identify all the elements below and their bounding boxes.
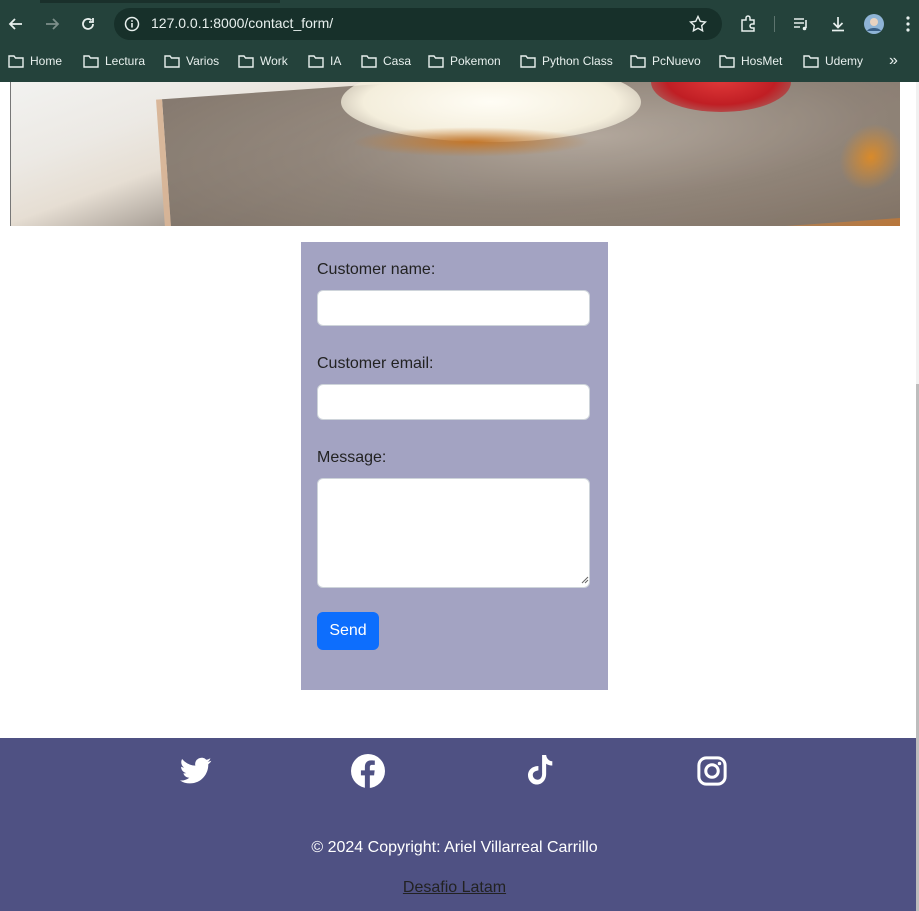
- forward-button[interactable]: [40, 12, 64, 36]
- folder-icon: [238, 55, 254, 68]
- customer-email-input[interactable]: [317, 384, 590, 420]
- desafio-latam-link[interactable]: Desafio Latam: [0, 879, 909, 897]
- folder-icon: [164, 55, 180, 68]
- browser-toolbar: 127.0.0.1:8000/contact_form/: [0, 0, 919, 48]
- folder-icon: [308, 55, 324, 68]
- tab-strip-edge: [40, 0, 280, 3]
- profile-avatar[interactable]: [862, 12, 886, 36]
- folder-icon: [428, 55, 444, 68]
- facebook-icon: [351, 754, 385, 788]
- send-button[interactable]: Send: [317, 612, 379, 650]
- address-bar[interactable]: 127.0.0.1:8000/contact_form/: [114, 8, 722, 40]
- back-button[interactable]: [4, 12, 28, 36]
- twitter-link[interactable]: [179, 754, 213, 788]
- forward-arrow-icon: [46, 18, 60, 30]
- bookmarks-overflow-button[interactable]: »: [889, 48, 898, 74]
- resize-grip-icon[interactable]: [581, 576, 589, 584]
- extensions-icon[interactable]: [736, 12, 760, 36]
- bookmark-python-class[interactable]: Python Class: [520, 48, 613, 74]
- bookmark-hosmet[interactable]: HosMet: [719, 48, 782, 74]
- folder-icon: [361, 55, 377, 68]
- hero-image: [10, 82, 900, 226]
- customer-name-input[interactable]: [317, 290, 590, 326]
- customer-name-label: Customer name:: [317, 261, 436, 278]
- folder-icon: [8, 55, 24, 68]
- message-textarea[interactable]: [317, 478, 590, 588]
- site-info-icon[interactable]: [120, 12, 144, 36]
- message-label: Message:: [317, 449, 387, 466]
- bookmark-casa[interactable]: Casa: [361, 48, 411, 74]
- bookmark-home[interactable]: Home: [8, 48, 62, 74]
- folder-icon: [83, 55, 99, 68]
- bookmarks-bar: Home Lectura Varios Work IA Casa Pokemon…: [0, 48, 919, 82]
- browser-menu-icon[interactable]: [898, 12, 918, 36]
- bookmark-ia[interactable]: IA: [308, 48, 341, 74]
- bookmark-varios[interactable]: Varios: [164, 48, 219, 74]
- tiktok-link[interactable]: [523, 754, 557, 788]
- download-icon[interactable]: [826, 12, 850, 36]
- instagram-link[interactable]: [695, 754, 729, 788]
- tiktok-icon: [528, 755, 553, 785]
- reload-button[interactable]: [76, 12, 100, 36]
- bookmark-pcnuevo[interactable]: PcNuevo: [630, 48, 701, 74]
- contact-form: Customer name: Customer email: Message: …: [301, 242, 608, 690]
- footer: © 2024 Copyright: Ariel Villarreal Carri…: [0, 738, 916, 911]
- facebook-link[interactable]: [351, 754, 385, 788]
- folder-icon: [719, 55, 735, 68]
- bookmark-udemy[interactable]: Udemy: [803, 48, 863, 74]
- instagram-icon: [697, 756, 727, 786]
- folder-icon: [520, 55, 536, 68]
- bookmark-work[interactable]: Work: [238, 48, 288, 74]
- folder-icon: [630, 55, 646, 68]
- twitter-icon: [180, 757, 212, 784]
- folder-icon: [803, 55, 819, 68]
- customer-email-label: Customer email:: [317, 355, 434, 372]
- bookmark-star-icon[interactable]: [686, 12, 710, 36]
- url-text: 127.0.0.1:8000/contact_form/: [151, 15, 334, 31]
- copyright-text: © 2024 Copyright: Ariel Villarreal Carri…: [311, 839, 598, 856]
- hero-syrup-shape: [351, 127, 591, 157]
- bookmark-pokemon[interactable]: Pokemon: [428, 48, 501, 74]
- back-arrow-icon: [8, 18, 22, 30]
- reload-icon: [82, 18, 94, 30]
- media-controls-icon[interactable]: [789, 12, 813, 36]
- toolbar-divider: [774, 16, 775, 32]
- bookmark-lectura[interactable]: Lectura: [83, 48, 145, 74]
